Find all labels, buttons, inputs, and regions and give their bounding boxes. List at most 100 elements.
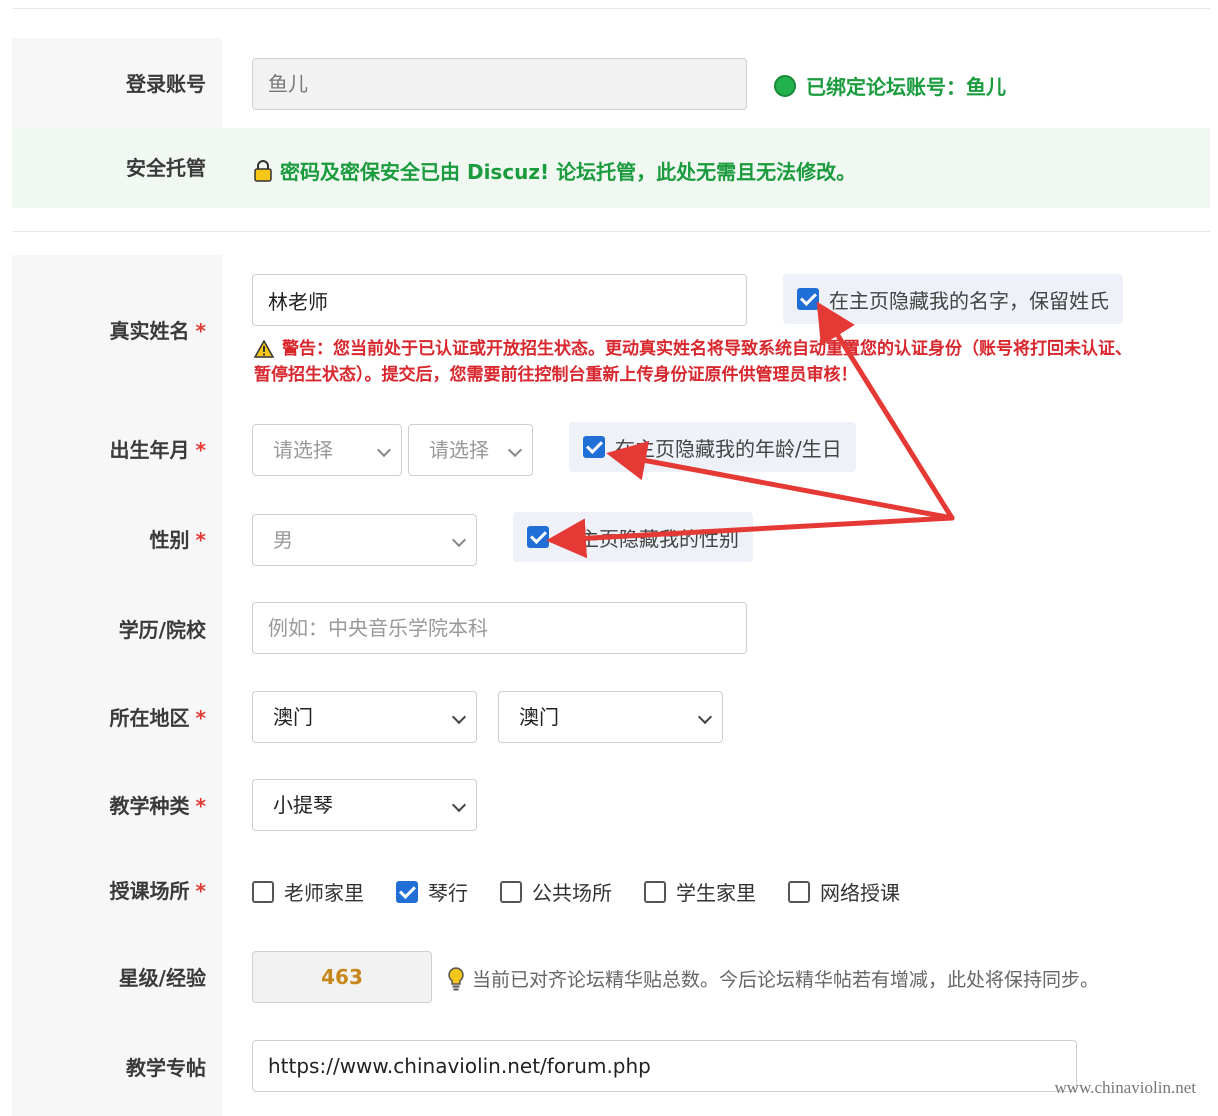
chevron-down-icon xyxy=(451,797,467,813)
gender-label: 性别 * xyxy=(12,527,206,553)
venue-row: 授课场所 * 老师家里 琴行 公共场所 学生家里 网络授课 xyxy=(12,849,1210,933)
security-label: 安全托管 xyxy=(126,156,206,180)
top-divider xyxy=(12,8,1210,9)
required-mark: * xyxy=(195,879,206,903)
real-name-input[interactable] xyxy=(252,274,747,326)
chevron-down-icon xyxy=(451,709,467,725)
chevron-down-icon xyxy=(451,532,467,548)
teaching-type-label: 教学种类 * xyxy=(12,793,206,819)
city-select[interactable]: 澳门 xyxy=(498,691,723,743)
teaching-type-label-text: 教学种类 xyxy=(109,794,190,818)
level-hint: 当前已对齐论坛精华贴总数。今后论坛精华帖若有增减，此处将保持同步。 xyxy=(448,965,1099,992)
hide-gender-label: 在主页隐藏我的性别 xyxy=(559,526,739,551)
province-value: 澳门 xyxy=(273,705,313,729)
security-note: 密码及密保安全已由 Discuz! 论坛托管，此处无需且无法修改。 xyxy=(254,156,856,185)
region-label-text: 所在地区 xyxy=(109,706,190,730)
gender-select[interactable]: 男 xyxy=(252,514,477,566)
teaching-type-row: 教学种类 * 小提琴 xyxy=(12,761,1210,849)
gender-value: 男 xyxy=(273,528,293,552)
venue-option-teacher-home[interactable]: 老师家里 xyxy=(252,877,364,906)
account-label: 登录账号 xyxy=(126,72,206,96)
birth-label-text: 出生年月 xyxy=(109,438,190,462)
education-row: 学历/院校 xyxy=(12,585,1210,673)
city-value: 澳门 xyxy=(519,705,559,729)
venue-options: 老师家里 琴行 公共场所 学生家里 网络授课 xyxy=(252,877,932,906)
venue-option-online[interactable]: 网络授课 xyxy=(788,877,900,906)
venue-checkbox[interactable] xyxy=(252,880,274,903)
venue-label: 授课场所 * xyxy=(12,878,206,904)
watermark: www.chinaviolin.net xyxy=(1054,1078,1196,1097)
birth-month-value: 请选择 xyxy=(429,438,489,462)
venue-label-text: 授课场所 xyxy=(109,879,190,903)
birth-row: 出生年月 * 请选择 请选择 在主页隐藏我的年龄/生日 xyxy=(12,405,1210,495)
section-divider xyxy=(12,231,1210,232)
venue-option-public-place[interactable]: 公共场所 xyxy=(500,877,612,906)
real-name-warning: 警告：您当前处于已认证或开放招生状态。更动真实姓名将导致系统自动重置您的认证身份… xyxy=(254,336,1204,388)
required-mark: * xyxy=(195,794,206,818)
required-mark: * xyxy=(195,528,206,552)
chevron-down-icon xyxy=(697,709,713,725)
post-label: 教学专帖 xyxy=(126,1056,206,1080)
venue-option-music-store[interactable]: 琴行 xyxy=(396,877,468,906)
post-url-input[interactable] xyxy=(252,1040,1077,1092)
level-row: 星级/经验 463 当前已对齐论坛精华贴总数。今后论坛精华帖若有增减，此处将保持… xyxy=(12,933,1210,1023)
warning-icon xyxy=(254,340,274,358)
hide-gender-checkbox[interactable] xyxy=(527,526,549,548)
bound-status-text: 已绑定论坛账号：鱼儿 xyxy=(806,75,1006,99)
warning-line-2: 暂停招生状态）。提交后，您需要前往控制台重新上传身份证原件供管理员审核！ xyxy=(254,365,858,385)
education-label: 学历/院校 xyxy=(118,618,206,642)
chevron-down-icon xyxy=(507,442,523,458)
hide-birth-label: 在主页隐藏我的年龄/生日 xyxy=(615,436,842,461)
bound-status-icon xyxy=(774,74,796,97)
account-input: 鱼儿 xyxy=(252,58,747,110)
venue-checkbox[interactable] xyxy=(788,880,810,903)
region-row: 所在地区 * 澳门 澳门 xyxy=(12,673,1210,761)
level-value: 463 xyxy=(252,951,432,1003)
venue-checkbox[interactable] xyxy=(644,880,666,903)
chevron-down-icon xyxy=(376,442,392,458)
hide-name-label: 在主页隐藏我的名字，保留姓氏 xyxy=(829,288,1109,313)
birth-year-select[interactable]: 请选择 xyxy=(252,424,402,476)
hide-name-checkbox[interactable] xyxy=(797,288,819,310)
warning-line-1: 警告：您当前处于已认证或开放招生状态。更动真实姓名将导致系统自动重置您的认证身份… xyxy=(282,339,1132,359)
required-mark: * xyxy=(195,438,206,462)
teaching-type-select[interactable]: 小提琴 xyxy=(252,779,477,831)
security-row: 安全托管 密码及密保安全已由 Discuz! 论坛托管，此处无需且无法修改。 xyxy=(12,128,1210,208)
teaching-type-value: 小提琴 xyxy=(273,793,333,817)
hide-gender-option[interactable]: 在主页隐藏我的性别 xyxy=(513,512,753,562)
hide-birth-option[interactable]: 在主页隐藏我的年龄/生日 xyxy=(569,422,856,472)
gender-row: 性别 * 男 在主页隐藏我的性别 xyxy=(12,495,1210,585)
lightbulb-icon xyxy=(448,966,464,990)
birth-year-value: 请选择 xyxy=(273,438,333,462)
region-label: 所在地区 * xyxy=(12,705,206,731)
venue-checkbox[interactable] xyxy=(500,880,522,903)
real-name-label: 真实姓名 * xyxy=(12,318,206,344)
birth-month-select[interactable]: 请选择 xyxy=(408,424,533,476)
province-select[interactable]: 澳门 xyxy=(252,691,477,743)
post-row: 教学专帖 xyxy=(12,1023,1210,1116)
venue-option-label: 琴行 xyxy=(428,881,468,905)
venue-checkbox[interactable] xyxy=(396,880,418,903)
venue-option-label: 网络授课 xyxy=(820,881,900,905)
real-name-row: 真实姓名* 在主页隐藏我的名字，保留姓氏 警告：您当前处于已认证或开放招生状态。… xyxy=(12,255,1210,405)
lock-icon xyxy=(254,159,272,182)
hide-name-option[interactable]: 在主页隐藏我的名字，保留姓氏 xyxy=(783,274,1123,324)
security-text: 密码及密保安全已由 Discuz! 论坛托管，此处无需且无法修改。 xyxy=(280,160,857,184)
education-input[interactable] xyxy=(252,602,747,654)
real-name-label-text: 真实姓名 xyxy=(109,319,190,343)
birth-label: 出生年月 * xyxy=(12,437,206,463)
level-label: 星级/经验 xyxy=(118,966,206,990)
required-mark: * xyxy=(195,706,206,730)
gender-label-text: 性别 xyxy=(149,528,190,552)
venue-option-student-home[interactable]: 学生家里 xyxy=(644,877,756,906)
profile-section: 真实姓名* 在主页隐藏我的名字，保留姓氏 警告：您当前处于已认证或开放招生状态。… xyxy=(12,255,1210,1116)
account-row: 登录账号 鱼儿 已绑定论坛账号：鱼儿 xyxy=(12,38,1210,128)
required-mark: * xyxy=(195,319,206,343)
account-bound-status: 已绑定论坛账号：鱼儿 xyxy=(774,71,1006,100)
venue-option-label: 学生家里 xyxy=(676,881,756,905)
level-hint-text: 当前已对齐论坛精华贴总数。今后论坛精华帖若有增减，此处将保持同步。 xyxy=(472,969,1100,991)
venue-option-label: 老师家里 xyxy=(284,881,364,905)
account-section: 登录账号 鱼儿 已绑定论坛账号：鱼儿 安全托管 密码及密保安全已由 Discuz… xyxy=(12,38,1210,208)
hide-birth-checkbox[interactable] xyxy=(583,436,605,458)
venue-option-label: 公共场所 xyxy=(532,881,612,905)
